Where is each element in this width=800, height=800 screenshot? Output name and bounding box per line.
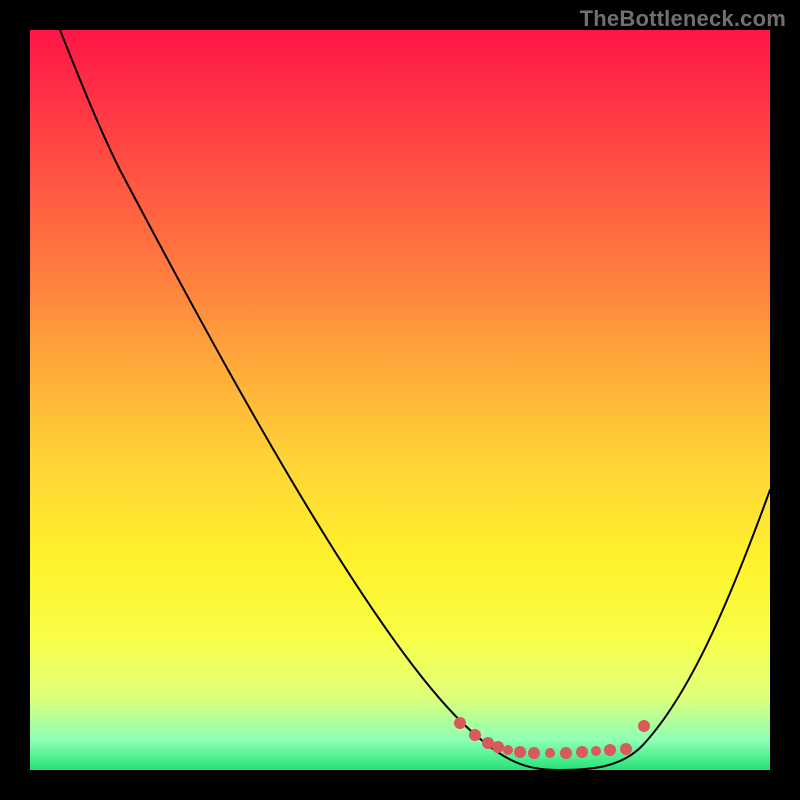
watermark-text: TheBottleneck.com bbox=[580, 6, 786, 32]
chart-container: TheBottleneck.com bbox=[0, 0, 800, 800]
bottleneck-curve bbox=[60, 30, 770, 770]
plot-area bbox=[30, 30, 770, 770]
optimal-zone-dots bbox=[454, 717, 650, 759]
curve-overlay bbox=[30, 30, 770, 770]
